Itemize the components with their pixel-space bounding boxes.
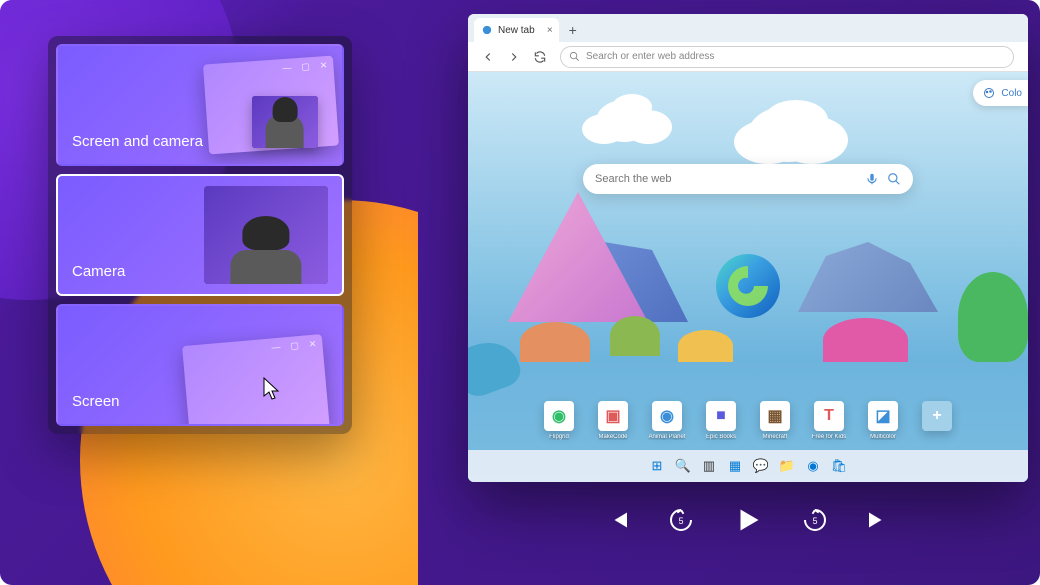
recording-mode-panel: —▢✕ Screen and camera Camera —▢✕ Scr <box>48 36 352 434</box>
tile-icon: T <box>814 401 844 431</box>
quick-link-tile[interactable]: ◉ Flipgrid <box>539 401 579 440</box>
quick-link-tile[interactable]: ▣ MakeCode <box>593 401 633 440</box>
taskview-icon[interactable]: ▥ <box>698 455 720 477</box>
mic-icon[interactable] <box>865 172 879 186</box>
play-button[interactable] <box>730 502 766 538</box>
edge-icon <box>482 25 492 35</box>
plus-icon: + <box>922 401 952 431</box>
window-thumbnail: —▢✕ <box>182 334 330 426</box>
tile-label: MakeCode <box>598 434 627 440</box>
quick-link-tile[interactable]: T Free for Kids <box>809 401 849 440</box>
explorer-icon[interactable]: 📁 <box>776 455 798 477</box>
tab-strip: New tab × + <box>468 14 1028 42</box>
background-cloud <box>748 106 828 162</box>
rewind-5-button[interactable]: 5 <box>666 505 696 535</box>
close-tab-icon[interactable]: × <box>547 25 553 36</box>
option-label: Screen and camera <box>72 133 203 150</box>
camera-thumbnail <box>204 186 328 284</box>
option-camera[interactable]: Camera <box>56 174 344 296</box>
quick-link-tile[interactable]: ▦ Minecraft <box>755 401 795 440</box>
tile-label: Epic Books <box>706 434 736 440</box>
coloring-label: Colo <box>1001 88 1022 99</box>
search-icon[interactable] <box>887 172 901 186</box>
option-screen[interactable]: —▢✕ Screen <box>56 304 344 426</box>
tile-label: Minecraft <box>763 434 788 440</box>
tile-icon: ▣ <box>598 401 628 431</box>
address-bar[interactable]: Search or enter web address <box>560 46 1014 68</box>
quick-links-row: ◉ Flipgrid ▣ MakeCode ◉ Animal Planet ■ Epic Bo… <box>539 401 957 440</box>
forward-button[interactable] <box>502 45 526 69</box>
tile-icon: ■ <box>706 401 736 431</box>
edge-icon[interactable]: ◉ <box>802 455 824 477</box>
widgets-icon[interactable]: ▦ <box>724 455 746 477</box>
web-search-box[interactable] <box>583 164 913 194</box>
skip-back-button[interactable] <box>602 505 632 535</box>
search-icon[interactable]: 🔍 <box>672 455 694 477</box>
start-icon[interactable]: ⊞ <box>646 455 668 477</box>
svg-text:5: 5 <box>679 516 684 526</box>
refresh-button[interactable] <box>528 45 552 69</box>
browser-toolbar: Search or enter web address <box>468 42 1028 72</box>
new-tab-button[interactable]: + <box>563 20 583 40</box>
option-label: Camera <box>72 263 125 280</box>
web-search-input[interactable] <box>595 173 857 185</box>
tile-label: Animal Planet <box>648 434 685 440</box>
tile-icon: ◪ <box>868 401 898 431</box>
address-bar-placeholder: Search or enter web address <box>586 51 714 62</box>
quick-link-tile[interactable]: ◉ Animal Planet <box>647 401 687 440</box>
edge-browser-window: New tab × + Search or enter web address <box>468 14 1028 482</box>
palette-icon <box>983 87 995 99</box>
forward-5-button[interactable]: 5 <box>800 505 830 535</box>
store-icon[interactable]: 🛍 <box>828 455 850 477</box>
svg-text:5: 5 <box>813 516 818 526</box>
tile-icon: ◉ <box>652 401 682 431</box>
tile-label: Free for Kids <box>812 434 846 440</box>
search-icon <box>569 51 580 62</box>
new-tab-page: Colo <box>468 72 1028 482</box>
back-button[interactable] <box>476 45 500 69</box>
coloring-button[interactable]: Colo <box>973 80 1028 106</box>
skip-forward-button[interactable] <box>864 505 894 535</box>
tile-icon: ◉ <box>544 401 574 431</box>
quick-link-tile[interactable]: ■ Epic Books <box>701 401 741 440</box>
add-quick-link-button[interactable]: + <box>917 401 957 440</box>
media-controls: 5 5 <box>468 498 1028 542</box>
option-screen-and-camera[interactable]: —▢✕ Screen and camera <box>56 44 344 166</box>
browser-tab[interactable]: New tab × <box>474 18 559 42</box>
background-characters <box>468 252 1028 362</box>
option-label: Screen <box>72 393 120 410</box>
quick-link-tile[interactable]: ◪ Multicolor <box>863 401 903 440</box>
tile-label: Flipgrid <box>549 434 569 440</box>
cursor-icon <box>262 376 282 402</box>
tab-title: New tab <box>498 25 535 36</box>
background-cloud <box>596 100 652 142</box>
tile-label: Multicolor <box>870 434 896 440</box>
windows-taskbar[interactable]: ⊞🔍▥▦💬📁◉🛍 <box>468 450 1028 482</box>
chat-icon[interactable]: 💬 <box>750 455 772 477</box>
camera-thumbnail <box>252 96 318 148</box>
tile-icon: ▦ <box>760 401 790 431</box>
